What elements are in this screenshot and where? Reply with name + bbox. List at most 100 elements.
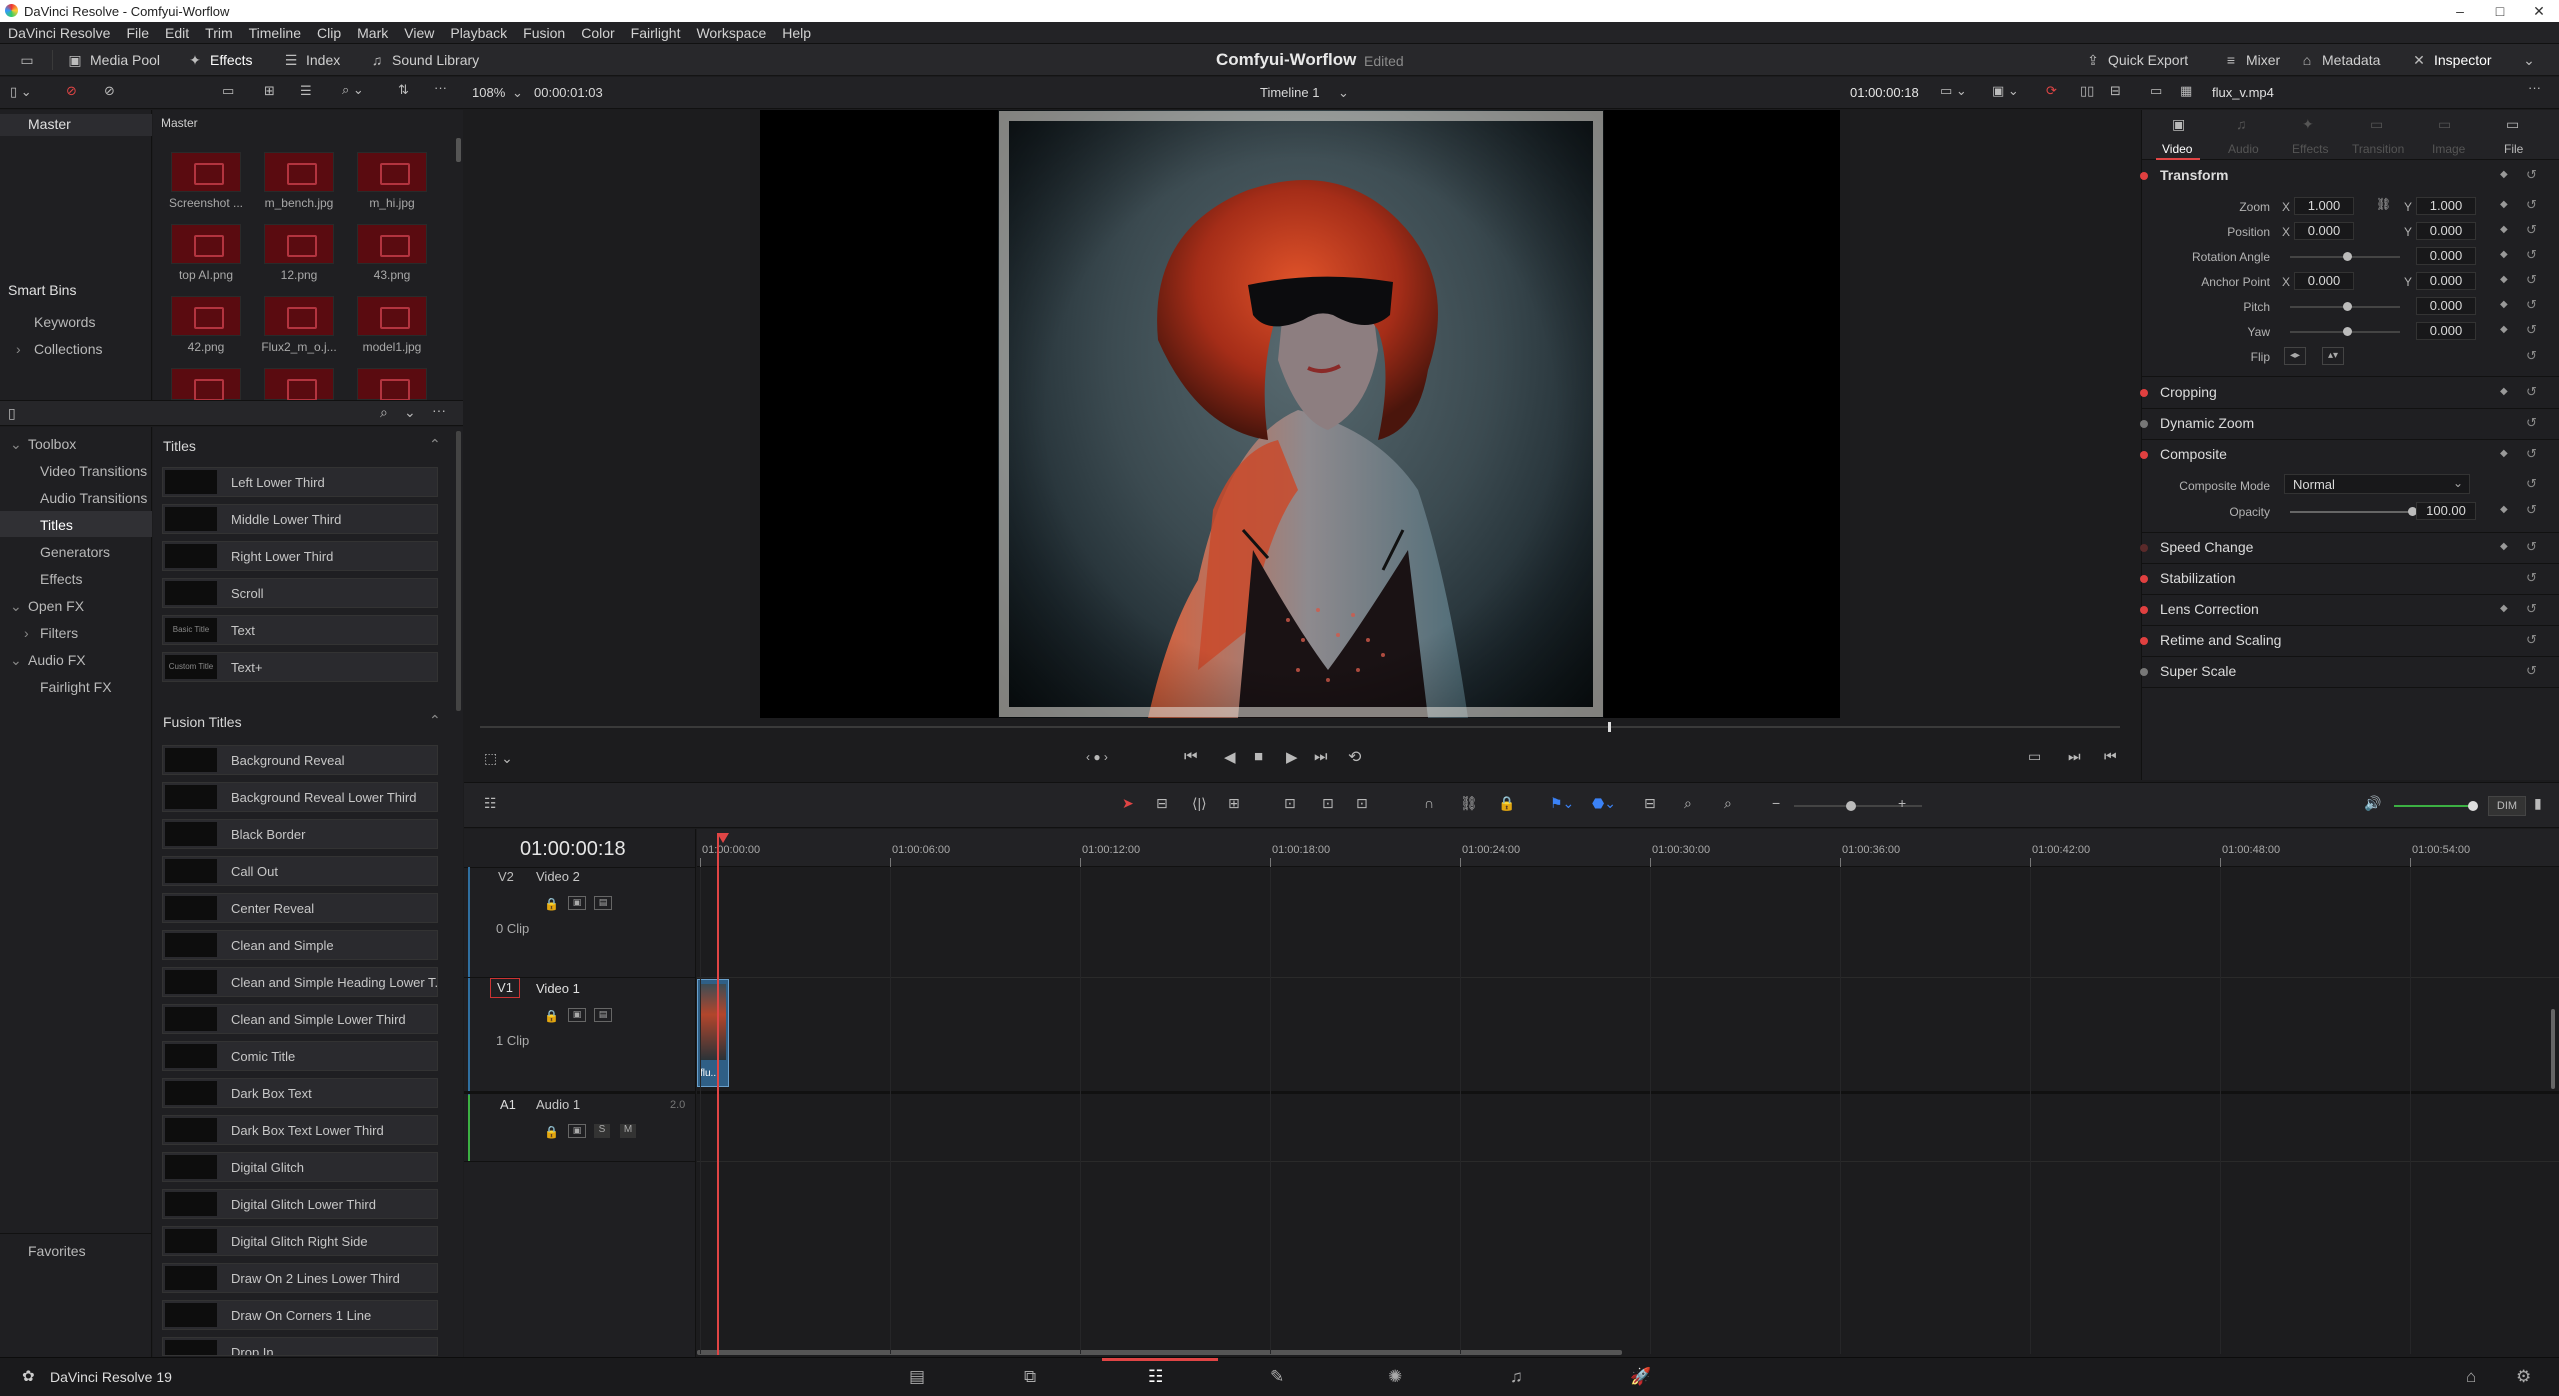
fusion-title-item[interactable]: Clean and Simple Heading Lower T... — [162, 967, 438, 997]
keyframe-icon[interactable]: ◆ — [2500, 249, 2508, 260]
replace-clip-icon[interactable]: ⊡ — [1356, 795, 1368, 812]
clip-thumbnail[interactable] — [357, 152, 427, 192]
dim-button[interactable]: DIM — [2488, 796, 2526, 816]
effects-scrollbar[interactable] — [456, 431, 461, 711]
inspector-more-icon[interactable]: ··· — [2528, 80, 2541, 95]
title-effect-item[interactable]: Scroll — [162, 578, 438, 608]
link-zoom-icon[interactable]: ⛓ — [2376, 197, 2391, 211]
auto-select-icon[interactable]: ▣ — [568, 896, 586, 910]
zoom-custom-icon[interactable]: ⌕ — [1724, 795, 1732, 812]
nav-filters[interactable]: Filters — [40, 625, 78, 641]
zoom-out-icon[interactable]: − — [1772, 795, 1780, 811]
speed-change-section[interactable]: Speed Change — [2140, 539, 2253, 555]
menu-workspace[interactable]: Workspace — [688, 22, 774, 44]
edit-page-icon[interactable]: ☷ — [1148, 1367, 1163, 1387]
tab-image[interactable]: Image — [2432, 142, 2465, 156]
keyframe-icon[interactable]: ◆ — [2500, 386, 2508, 397]
fusion-title-item[interactable]: Draw On 2 Lines Lower Third — [162, 1263, 438, 1293]
fusion-page-icon[interactable]: ✎ — [1270, 1367, 1284, 1387]
reset-icon[interactable]: ↺ — [2526, 446, 2537, 462]
rotation-field[interactable]: 0.000 — [2416, 247, 2476, 265]
split-view-icon[interactable]: ⊟ — [2110, 83, 2121, 99]
next-edit-icon[interactable]: ⏭ — [2068, 748, 2081, 765]
dynamic-zoom-section[interactable]: Dynamic Zoom — [2140, 415, 2254, 431]
scrubber-track[interactable] — [480, 726, 2120, 728]
track-name-v1[interactable]: Video 1 — [536, 981, 580, 996]
timeline-zoom-handle[interactable] — [1846, 801, 1856, 811]
output-icon[interactable]: ▣ ⌄ — [1992, 83, 2019, 99]
media-pool-button[interactable]: ▣ Media Pool — [66, 50, 160, 70]
deliver-page-icon[interactable]: 🚀 — [1630, 1367, 1651, 1387]
track-enable-icon[interactable]: ▤ — [594, 896, 612, 910]
auto-select-icon[interactable]: ▣ — [568, 1124, 586, 1138]
zoom-in-icon[interactable]: + — [1898, 795, 1906, 811]
play-icon[interactable]: ▶ — [1286, 748, 1298, 766]
tab-effects[interactable]: Effects — [2292, 142, 2328, 156]
maximize-icon[interactable]: □ — [2480, 1, 2520, 21]
nav-video-transitions[interactable]: Video Transitions — [40, 463, 147, 479]
volume-handle[interactable] — [2468, 801, 2478, 811]
fairlight-page-icon[interactable]: ♫ — [1510, 1367, 1523, 1387]
mute-button[interactable]: M — [620, 1124, 636, 1138]
transform-section[interactable]: Transform — [2140, 167, 2228, 183]
clip-thumbnail[interactable] — [171, 368, 241, 401]
meter-icon[interactable]: ▮ — [2534, 795, 2542, 812]
list-view-icon[interactable]: ▭ — [222, 83, 234, 99]
bin-collections[interactable]: Collections — [34, 341, 102, 357]
reset-icon[interactable]: ↺ — [2526, 570, 2537, 586]
reset-icon[interactable]: ↺ — [2526, 415, 2537, 431]
speaker-icon[interactable]: 🔊 — [2364, 795, 2381, 812]
clip-thumbnail[interactable] — [171, 152, 241, 192]
opacity-slider[interactable] — [2290, 511, 2410, 513]
keyframe-icon[interactable]: ◆ — [2500, 324, 2508, 335]
fusion-title-item[interactable]: Comic Title — [162, 1041, 438, 1071]
loop-icon[interactable]: ⟳ — [2046, 83, 2057, 99]
menu-help[interactable]: Help — [774, 22, 819, 44]
keyframe-icon[interactable]: ◆ — [2500, 448, 2508, 459]
timeline-options-icon[interactable]: ☷ — [484, 795, 497, 812]
playhead[interactable] — [717, 833, 719, 1355]
fusion-title-item[interactable]: Draw On Corners 1 Line — [162, 1300, 438, 1330]
lock-icon[interactable]: 🔒 — [544, 1009, 559, 1023]
reset-icon[interactable]: ↺ — [2526, 348, 2537, 364]
menu-timeline[interactable]: Timeline — [241, 22, 309, 44]
reset-icon[interactable]: ↺ — [2526, 601, 2537, 617]
keyframe-icon[interactable]: ◆ — [2500, 224, 2508, 235]
layout-icon[interactable]: ▭ — [18, 50, 42, 70]
play-reverse-icon[interactable]: ◀ — [1224, 748, 1236, 766]
snapping-icon[interactable]: ∩ — [1424, 795, 1434, 811]
pitch-field[interactable]: 0.000 — [2416, 297, 2476, 315]
blade-tool-icon[interactable]: ⊞ — [1228, 795, 1240, 812]
fusion-title-item[interactable]: Digital Glitch Lower Third — [162, 1189, 438, 1219]
fusion-title-item[interactable]: Background Reveal — [162, 745, 438, 775]
tab-audio[interactable]: Audio — [2228, 142, 2259, 156]
track-id-a1[interactable]: A1 — [500, 1097, 516, 1112]
menu-trim[interactable]: Trim — [197, 22, 240, 44]
track-name-v2[interactable]: Video 2 — [536, 869, 580, 884]
trim-tool-icon[interactable]: ⊟ — [1156, 795, 1168, 812]
timeline-selector[interactable]: Timeline 1 — [1260, 85, 1319, 100]
grid-view-icon[interactable]: ⊞ — [264, 83, 275, 99]
linked-selection-icon[interactable]: ⛓ — [1460, 795, 1478, 812]
nav-generators[interactable]: Generators — [40, 544, 110, 560]
zoom-fit-icon[interactable]: ⊟ — [1644, 795, 1656, 812]
menu-fusion[interactable]: Fusion — [515, 22, 573, 44]
clip-list-icon[interactable]: ▦ — [2180, 83, 2192, 99]
filters-chevron-icon[interactable]: › — [24, 625, 29, 641]
tab-transition[interactable]: Transition — [2352, 142, 2404, 156]
timeline-vertical-scrollbar[interactable] — [2551, 1009, 2555, 1089]
sync-icon[interactable]: ⊘ — [104, 83, 115, 99]
effects-more-icon[interactable]: ··· — [432, 402, 446, 418]
bin-keywords[interactable]: Keywords — [34, 314, 95, 330]
search-icon[interactable]: ⌕ ⌄ — [342, 82, 364, 98]
title-effect-item[interactable]: Left Lower Third — [162, 467, 438, 497]
keyframe-icon[interactable]: ◆ — [2500, 504, 2508, 515]
flag-icon[interactable]: ⚑⌄ — [1550, 795, 1574, 812]
go-to-end-icon[interactable]: ⏭ — [1314, 748, 1328, 765]
menu-file[interactable]: File — [118, 22, 157, 44]
clip-thumbnail[interactable] — [357, 296, 427, 336]
nav-titles[interactable]: Titles — [40, 517, 73, 533]
stop-icon[interactable]: ■ — [1254, 748, 1263, 765]
fusion-title-item[interactable]: Call Out — [162, 856, 438, 886]
reset-icon[interactable]: ↺ — [2526, 502, 2537, 518]
